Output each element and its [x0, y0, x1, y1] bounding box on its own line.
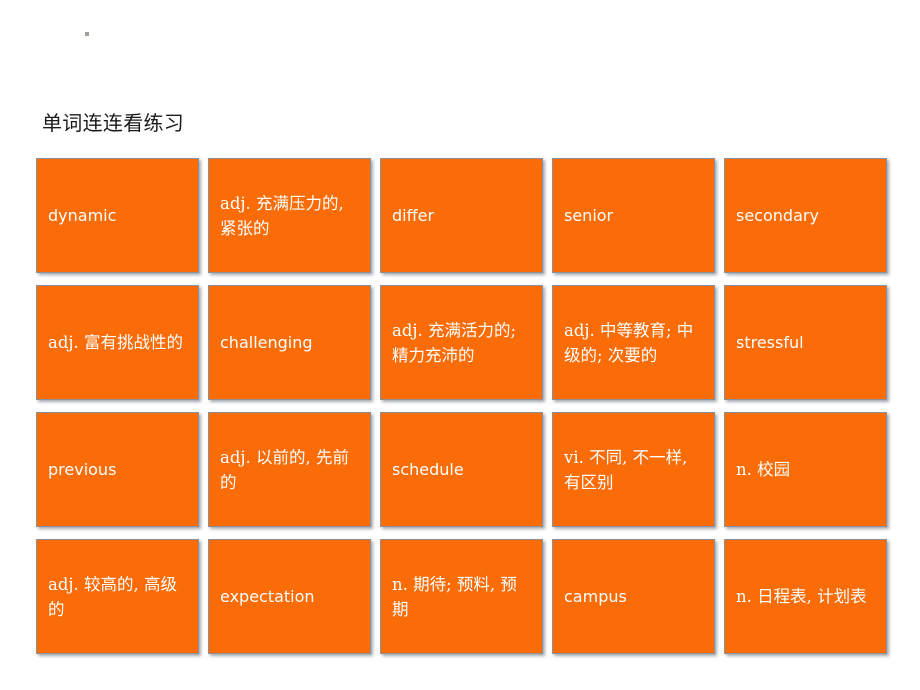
- word-card-label: stressful: [736, 333, 804, 352]
- word-card[interactable]: adj. 富有挑战性的: [36, 285, 199, 400]
- word-card[interactable]: n. 期待; 预料, 预期: [380, 539, 543, 654]
- word-card[interactable]: adj. 以前的, 先前的: [208, 412, 371, 527]
- word-card-label: adj. 以前的, 先前的: [220, 447, 349, 492]
- word-card-label: campus: [564, 587, 627, 606]
- word-card[interactable]: schedule: [380, 412, 543, 527]
- word-card[interactable]: secondary: [724, 158, 887, 273]
- word-card-label: senior: [564, 206, 614, 225]
- word-card[interactable]: challenging: [208, 285, 371, 400]
- word-card-label: challenging: [220, 333, 313, 352]
- word-card-label: adj. 充满压力的, 紧张的: [220, 193, 344, 238]
- bullet-dot-icon: [85, 32, 89, 36]
- word-card[interactable]: adj. 充满活力的; 精力充沛的: [380, 285, 543, 400]
- word-card[interactable]: expectation: [208, 539, 371, 654]
- word-card-label: adj. 富有挑战性的: [48, 333, 184, 352]
- word-card-label: differ: [392, 206, 435, 225]
- slide-canvas: 单词连连看练习 dynamic adj. 充满压力的, 紧张的 differ seni…: [0, 0, 920, 690]
- word-card[interactable]: adj. 较高的, 高级的: [36, 539, 199, 654]
- word-card-label: secondary: [736, 206, 819, 225]
- word-card[interactable]: previous: [36, 412, 199, 527]
- word-card[interactable]: vi. 不同, 不一样, 有区别: [552, 412, 715, 527]
- word-card-label: dynamic: [48, 206, 117, 225]
- word-card-label: previous: [48, 460, 117, 479]
- word-card[interactable]: n. 日程表, 计划表: [724, 539, 887, 654]
- word-card[interactable]: n. 校园: [724, 412, 887, 527]
- word-match-grid: dynamic adj. 充满压力的, 紧张的 differ senior second…: [36, 158, 887, 656]
- word-card[interactable]: adj. 充满压力的, 紧张的: [208, 158, 371, 273]
- word-card-label: adj. 中等教育; 中级的; 次要的: [564, 320, 694, 365]
- word-card-label: adj. 较高的, 高级的: [48, 574, 177, 619]
- word-card-label: expectation: [220, 587, 315, 606]
- word-card[interactable]: differ: [380, 158, 543, 273]
- word-card-label: n. 日程表, 计划表: [736, 587, 867, 606]
- page-title: 单词连连看练习: [42, 111, 185, 135]
- word-card-label: schedule: [392, 460, 464, 479]
- word-card-label: n. 校园: [736, 460, 791, 479]
- word-card[interactable]: dynamic: [36, 158, 199, 273]
- word-card-label: adj. 充满活力的; 精力充沛的: [392, 320, 517, 365]
- word-card[interactable]: campus: [552, 539, 715, 654]
- word-card[interactable]: stressful: [724, 285, 887, 400]
- word-card[interactable]: adj. 中等教育; 中级的; 次要的: [552, 285, 715, 400]
- word-card-label: n. 期待; 预料, 预期: [392, 574, 517, 619]
- word-card[interactable]: senior: [552, 158, 715, 273]
- word-card-label: vi. 不同, 不一样, 有区别: [564, 447, 688, 492]
